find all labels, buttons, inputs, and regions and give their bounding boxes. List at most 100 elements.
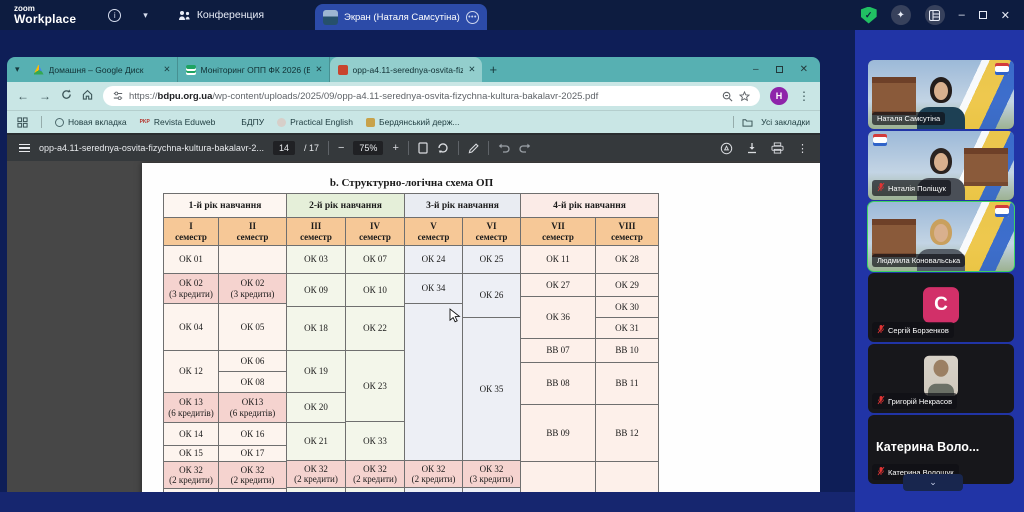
participant-name-label: Наталія Поліщук xyxy=(872,180,951,196)
zoom-out-icon[interactable]: − xyxy=(338,142,344,154)
browser-close-button[interactable]: ✕ xyxy=(800,64,808,75)
display-name-text: Катерина Воло... xyxy=(876,440,979,454)
pdf-menu-icon[interactable] xyxy=(19,144,30,153)
back-icon[interactable]: ← xyxy=(17,89,29,103)
bookmark-item[interactable]: Бердянський держ... xyxy=(366,117,460,127)
bookmark-item[interactable]: Новая вкладка xyxy=(55,117,127,127)
bookmark-star-icon[interactable] xyxy=(739,91,750,102)
zoom-level-value[interactable]: 75% xyxy=(353,141,383,155)
tab-meeting[interactable]: Конференция xyxy=(178,9,264,21)
course-cell: ВВ 10 xyxy=(596,339,659,363)
browser-tab[interactable]: Моніторинг ОПП ФК 2026 (Ві✕ xyxy=(178,57,330,82)
participant-video[interactable]: Людмила Коновальська xyxy=(868,202,1014,271)
semester-header-cell: IIIсеместр xyxy=(287,218,346,246)
course-cell: ВВ 01 xyxy=(287,488,346,492)
new-tab-button[interactable]: + xyxy=(490,62,498,77)
participant-name: Наталія Поліщук xyxy=(888,184,946,193)
browser-menu-icon[interactable]: ⋮ xyxy=(798,89,810,103)
chevron-down-icon[interactable]: ▾ xyxy=(143,10,148,21)
course-cell: ОК 02 (3 кредити) xyxy=(219,274,287,304)
avatar-head xyxy=(934,359,949,376)
apps-grid-icon[interactable] xyxy=(17,117,28,128)
semester-column: IIIсеместрОК 03ОК 09ОК 18ОК 19ОК 20ОК 21… xyxy=(287,218,346,492)
bookmark-label: Practical English xyxy=(290,117,353,127)
course-cell: ОК 27 xyxy=(521,274,596,297)
year-group: 3-й рік навчанняVсеместрОК 24ОК 34ОК 32 … xyxy=(405,194,521,492)
all-bookmarks-button[interactable]: Усі закладки xyxy=(761,117,810,127)
zoom-in-icon[interactable]: + xyxy=(392,142,398,154)
tab-close-icon[interactable]: ✕ xyxy=(163,64,170,75)
minimize-button[interactable]: – xyxy=(959,9,965,21)
tab-close-icon[interactable]: ✕ xyxy=(315,64,322,75)
tab-search-icon[interactable]: ▾ xyxy=(15,64,20,75)
drive-icon xyxy=(34,65,44,75)
course-cell: ОК 28 xyxy=(596,246,659,274)
browser-minimize-button[interactable]: – xyxy=(753,64,759,75)
course-cell: ОК 33 xyxy=(346,422,405,461)
mic-muted-icon xyxy=(877,395,885,405)
participant-video[interactable]: CСергій Борзенков xyxy=(868,273,1014,342)
layout-view-icon[interactable] xyxy=(925,5,945,25)
fit-page-icon[interactable] xyxy=(418,142,428,154)
bookmark-item[interactable]: БДПУ xyxy=(228,117,264,127)
annotate-pen-icon[interactable] xyxy=(468,143,479,154)
forward-icon[interactable]: → xyxy=(39,89,51,103)
close-button[interactable]: ✕ xyxy=(1001,9,1010,22)
print-icon[interactable] xyxy=(771,142,784,154)
course-cell xyxy=(405,304,463,461)
divider xyxy=(41,116,42,128)
home-icon[interactable] xyxy=(82,89,93,103)
zoom-main-area: ▾ Домашня – Google Диск✕Моніторинг ОПП Ф… xyxy=(0,30,1024,512)
tab-options-icon[interactable]: ••• xyxy=(466,11,479,24)
page-total-label: / 17 xyxy=(304,143,319,153)
divider xyxy=(733,116,734,128)
course-cell: ОК 32 (2 кредити) xyxy=(164,462,219,489)
course-cell: ВВ 11 xyxy=(596,363,659,405)
ai-companion-icon[interactable]: ✦ xyxy=(891,5,911,25)
face xyxy=(934,224,948,242)
pdf-more-icon[interactable]: ⋮ xyxy=(797,142,808,155)
semester-header-cell: VIIсеместр xyxy=(521,218,596,246)
redo-icon[interactable] xyxy=(519,143,531,153)
page-number-input[interactable]: 14 xyxy=(273,141,295,155)
rotate-icon[interactable] xyxy=(437,142,449,154)
bookmark-item[interactable]: Practical English xyxy=(277,117,353,127)
year-header-cell: 1-й рік навчання xyxy=(164,194,287,218)
semester-word: семестр xyxy=(300,232,332,243)
participant-video[interactable]: Григорій Некрасов xyxy=(868,344,1014,413)
tab-close-icon[interactable]: ✕ xyxy=(468,64,475,75)
castle-decor xyxy=(872,219,916,257)
save-to-drive-icon[interactable] xyxy=(720,142,733,155)
browser-maximize-button[interactable] xyxy=(776,66,783,73)
participant-name: Григорій Некрасов xyxy=(888,397,952,406)
browser-tab[interactable]: Домашня – Google Диск✕ xyxy=(26,57,178,82)
browser-tab[interactable]: opp-a4.11-serednya-osvita-fizy✕ xyxy=(330,57,482,82)
course-cell: ОК13 (6 кредитів) xyxy=(219,393,287,423)
pdf-icon xyxy=(338,65,348,75)
download-icon[interactable] xyxy=(746,142,758,154)
course-cell xyxy=(596,462,659,492)
course-cell: ОК 29 xyxy=(596,274,659,297)
undo-icon[interactable] xyxy=(498,143,510,153)
tab-screen-share[interactable]: Экран (Наталя Самсутіна) ••• xyxy=(315,4,487,30)
year-group: 4-й рік навчанняVIIсеместрОК 11ОК 27ОК 3… xyxy=(521,194,659,492)
zoom-out-page-icon[interactable] xyxy=(722,91,733,102)
semester-number: VIII xyxy=(618,221,635,232)
semester-header-cell: IIсеместр xyxy=(219,218,287,246)
pdf-page: b. Структурно-логічна схема ОП 1-й рік н… xyxy=(142,163,820,492)
reload-icon[interactable] xyxy=(61,89,72,103)
security-shield-icon[interactable]: ✓ xyxy=(861,7,877,24)
bookmark-item[interactable]: PKPRevista Eduweb xyxy=(140,117,216,127)
course-cell: ОК 14 xyxy=(164,423,219,446)
mouse-cursor xyxy=(449,308,461,324)
bookmarks-bar: Новая вкладка PKPRevista Eduweb БДПУ Practi… xyxy=(7,110,820,133)
participant-video[interactable]: Наталя Самсутіна xyxy=(868,60,1014,129)
address-bar[interactable]: https://bdpu.org.ua/wp-content/uploads/2… xyxy=(103,86,760,106)
folder-icon xyxy=(742,118,753,127)
info-icon[interactable]: i xyxy=(108,9,121,22)
profile-avatar[interactable]: H xyxy=(770,87,788,105)
participant-video[interactable]: Наталія Поліщук xyxy=(868,131,1014,200)
maximize-button[interactable] xyxy=(979,11,987,19)
panel-scroll-down-button[interactable]: ⌄ xyxy=(903,474,963,491)
pdf-viewport[interactable]: b. Структурно-логічна схема ОП 1-й рік н… xyxy=(7,161,820,492)
